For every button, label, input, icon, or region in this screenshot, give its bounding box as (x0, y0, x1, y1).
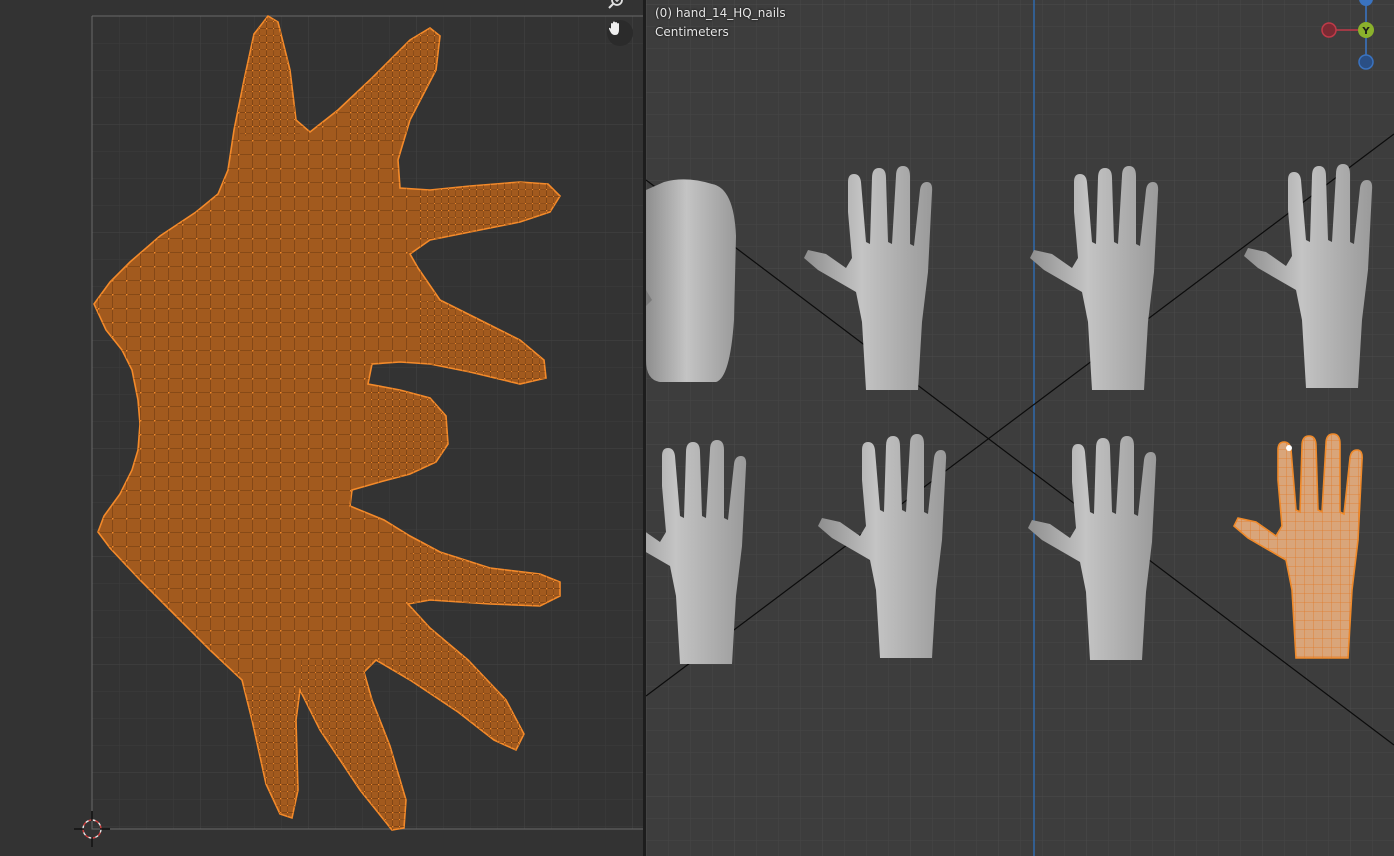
pan-hand-icon[interactable] (607, 20, 633, 46)
gizmo-z-neg-icon[interactable] (1358, 54, 1374, 70)
gizmo-y-label: Y (1361, 26, 1370, 37)
3d-viewport[interactable]: (0) hand_14_HQ_nails Centimeters Y (646, 0, 1394, 856)
navigation-gizmo[interactable]: Y (1304, 0, 1394, 75)
hand-mesh-r1c1[interactable] (646, 179, 736, 382)
gizmo-x-neg-icon[interactable] (1321, 22, 1337, 38)
gizmo-z-pos-icon[interactable] (1359, 0, 1373, 6)
object-info-label: (0) hand_14_HQ_nails (655, 6, 786, 20)
viewport-canvas[interactable] (646, 0, 1394, 856)
units-label: Centimeters (655, 25, 729, 39)
uv-canvas[interactable] (0, 0, 643, 856)
uv-editor-area[interactable] (0, 0, 643, 856)
